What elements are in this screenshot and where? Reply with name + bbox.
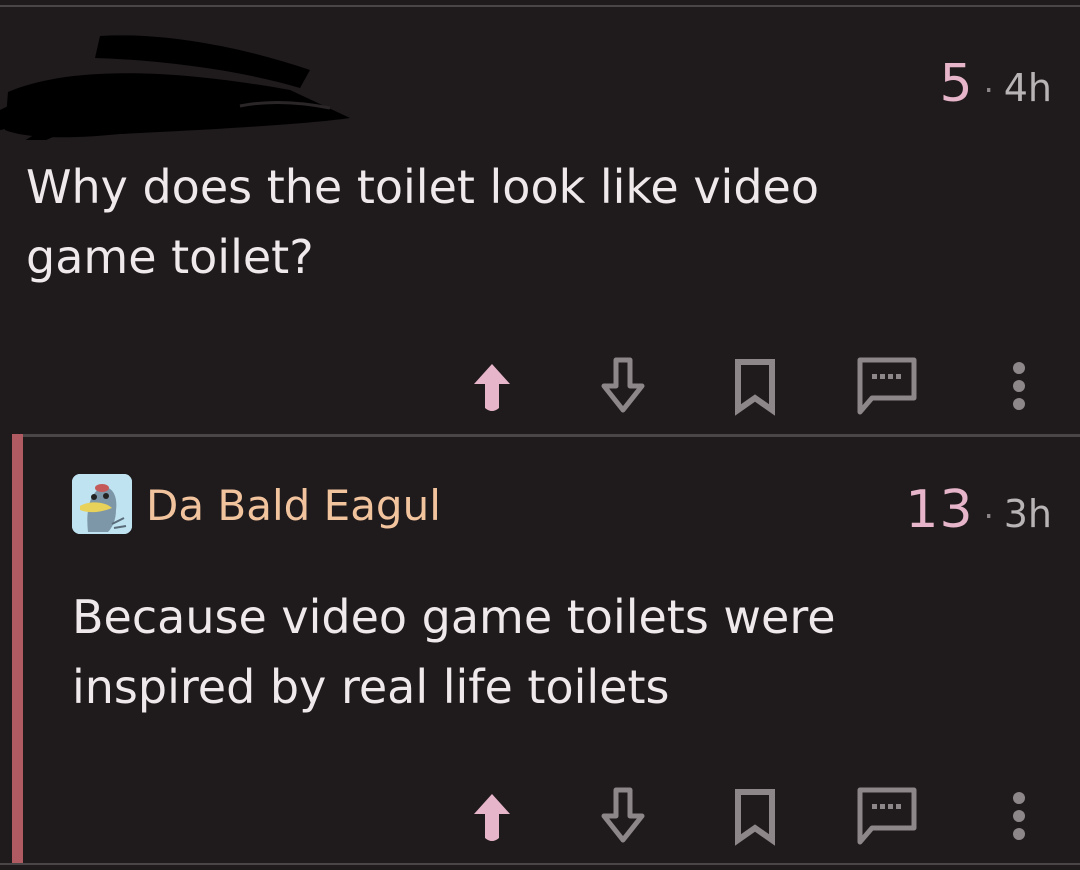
bottom-divider bbox=[0, 863, 1080, 865]
arrow-up-icon bbox=[474, 794, 510, 841]
more-vertical-icon bbox=[1013, 792, 1025, 840]
reply-body: Because video game toilets were inspired… bbox=[72, 582, 836, 722]
reply-text-line: inspired by real life toilets bbox=[72, 660, 670, 714]
reply-meta: 13 · 3h bbox=[905, 480, 1052, 540]
downvote-button[interactable] bbox=[598, 354, 648, 418]
arrow-up-icon bbox=[474, 364, 510, 411]
meta-separator: · bbox=[983, 497, 994, 535]
reply-score: 13 bbox=[905, 480, 974, 540]
post-body: Why does the toilet look like video game… bbox=[26, 152, 819, 292]
avatar[interactable] bbox=[72, 474, 132, 534]
post-text-line: Why does the toilet look like video bbox=[26, 160, 819, 214]
meta-separator: · bbox=[983, 71, 994, 109]
comment-icon bbox=[857, 357, 917, 415]
post-meta: 5 · 4h bbox=[939, 54, 1052, 114]
more-vertical-icon bbox=[1013, 362, 1025, 410]
comment-icon bbox=[857, 787, 917, 845]
reply-username[interactable]: Da Bald Eagul bbox=[146, 480, 441, 532]
reply-age: 3h bbox=[1003, 492, 1052, 536]
arrow-down-icon bbox=[601, 787, 645, 843]
bookmark-icon bbox=[735, 359, 775, 416]
more-options-button[interactable] bbox=[1004, 784, 1034, 848]
downvote-button[interactable] bbox=[598, 784, 648, 848]
upvote-button[interactable] bbox=[470, 354, 514, 418]
reply-text-line: Because video game toilets were bbox=[72, 590, 836, 644]
more-options-button[interactable] bbox=[1004, 354, 1034, 418]
reply-button[interactable] bbox=[854, 354, 920, 418]
save-button[interactable] bbox=[732, 784, 778, 848]
reply-actions bbox=[470, 784, 1060, 848]
reply-button[interactable] bbox=[854, 784, 920, 848]
save-button[interactable] bbox=[732, 354, 778, 418]
upvote-button[interactable] bbox=[470, 784, 514, 848]
top-divider bbox=[0, 5, 1080, 7]
post-actions bbox=[470, 354, 1060, 418]
bookmark-icon bbox=[735, 789, 775, 846]
redacted-username bbox=[0, 35, 350, 140]
post-text-line: game toilet? bbox=[26, 230, 314, 284]
thread-depth-bar bbox=[12, 434, 23, 864]
comment-divider bbox=[12, 434, 1080, 437]
bald-eagle-avatar-icon bbox=[72, 474, 132, 534]
post-score: 5 bbox=[939, 54, 974, 114]
arrow-down-icon bbox=[601, 357, 645, 413]
comment-thread: 5 · 4h Why does the toilet look like vid… bbox=[0, 0, 1080, 870]
post-age: 4h bbox=[1003, 66, 1052, 110]
